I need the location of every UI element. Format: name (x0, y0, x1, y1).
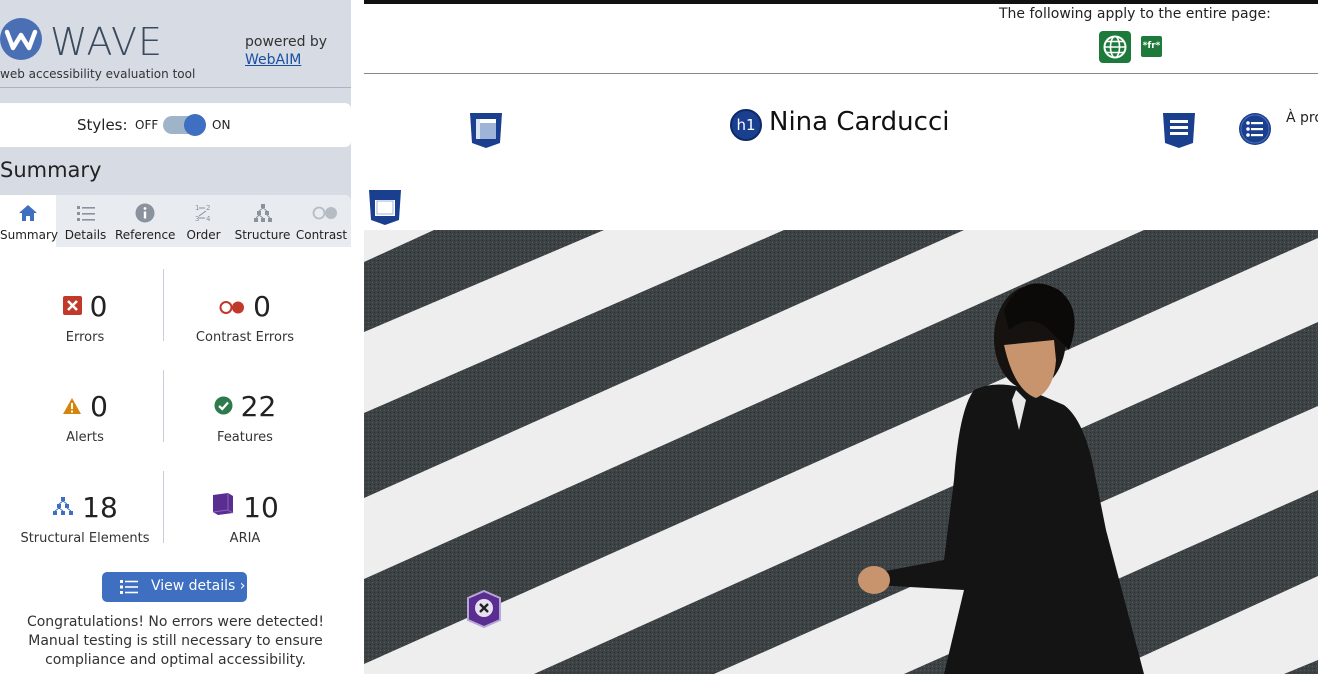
structural-count: 18 (82, 491, 118, 524)
view-details-label: View details › (151, 578, 246, 594)
styles-off-label: OFF (135, 118, 159, 132)
errors-count: 0 (89, 290, 108, 323)
aria-icon (211, 490, 235, 523)
unordered-list-icon[interactable] (1238, 112, 1272, 150)
page-wide-annotations: The following apply to the entire page: … (364, 4, 1318, 74)
styles-toggle-panel: Styles: OFF ON (0, 103, 351, 147)
panel-tabs: Summary Details Reference 1234 Order Str… (0, 195, 351, 247)
tab-label: Contrast (295, 228, 348, 242)
features-label: Features (217, 430, 273, 445)
errors-label: Errors (65, 330, 105, 345)
congratulations-message: Congratulations! No errors were detected… (26, 614, 325, 668)
tab-details[interactable]: Details (56, 195, 115, 247)
svg-text:4: 4 (206, 215, 211, 223)
home-icon (18, 203, 38, 223)
evaluated-page: The following apply to the entire page: … (364, 0, 1318, 674)
tab-label: Reference (115, 228, 176, 242)
divider (163, 269, 164, 341)
structure-icon (253, 203, 273, 223)
stat-alerts[interactable]: 0 Alerts (5, 390, 165, 470)
info-icon (135, 203, 155, 223)
contrast-icon (312, 203, 337, 223)
aria-count: 10 (243, 491, 279, 524)
order-icon: 1234 (194, 203, 214, 223)
divider (0, 87, 351, 88)
view-details-button[interactable]: View details › (102, 572, 247, 602)
region-landmark-icon[interactable] (367, 188, 403, 230)
error-icon (62, 289, 82, 322)
site-title: Nina Carducci (769, 107, 950, 137)
divider (163, 370, 164, 442)
structure-icon (52, 490, 74, 523)
summary-heading: Summary (0, 158, 102, 182)
tab-label: Order (186, 228, 221, 242)
tab-label: Details (64, 228, 107, 242)
h1-heading-icon[interactable]: h1 (730, 109, 762, 141)
feature-icon (214, 389, 233, 422)
wave-brand: WAVE (50, 20, 164, 64)
tab-structure[interactable]: Structure (233, 195, 292, 247)
features-count: 22 (240, 390, 277, 423)
list-icon (76, 203, 96, 223)
stat-errors[interactable]: 0 Errors (5, 290, 165, 370)
structural-label: Structural Elements (20, 531, 150, 546)
svg-text:2: 2 (206, 204, 210, 212)
styles-toggle[interactable] (163, 114, 206, 136)
powered-by: powered by (245, 34, 328, 50)
stat-features[interactable]: 22 Features (165, 390, 325, 470)
contrast-errors-label: Contrast Errors (195, 330, 295, 345)
stat-aria[interactable]: 10 ARIA (165, 491, 325, 571)
wave-sidebar: WAVE web accessibility evaluation tool p… (0, 0, 351, 674)
tab-contrast[interactable]: Contrast (292, 195, 351, 247)
svg-text:3: 3 (195, 215, 199, 223)
contrast-errors-count: 0 (253, 290, 271, 323)
list-icon (120, 579, 138, 599)
styles-label: Styles: (77, 116, 128, 134)
wave-logo-icon (0, 18, 42, 60)
tab-reference[interactable]: Reference (115, 195, 176, 247)
alerts-count: 0 (90, 390, 108, 423)
tab-order[interactable]: 1234 Order (174, 195, 233, 247)
apply-entire-page-text: The following apply to the entire page: (999, 6, 1271, 22)
language-globe-icon[interactable] (1099, 31, 1131, 63)
alert-icon (62, 389, 82, 422)
nav-link-a-propos[interactable]: À propos (1286, 110, 1318, 126)
alerts-label: Alerts (66, 430, 104, 445)
divider (163, 471, 164, 543)
svg-text:1: 1 (195, 204, 199, 212)
navigation-landmark-icon[interactable] (1161, 111, 1197, 153)
toggle-knob[interactable] (184, 114, 206, 136)
stat-contrast-errors[interactable]: 0 Contrast Errors (165, 290, 325, 370)
page-header: h1 Nina Carducci À propos (364, 74, 1318, 230)
close-dialog-icon[interactable] (465, 589, 503, 629)
tab-summary[interactable]: Summary (0, 195, 58, 247)
sidebar-gutter (351, 0, 364, 674)
styles-on-label: ON (212, 118, 231, 132)
aria-label: ARIA (229, 531, 261, 546)
header-landmark-icon[interactable] (468, 111, 504, 153)
hero-image (364, 230, 1318, 674)
contrast-error-icon (219, 289, 245, 322)
webaim-link[interactable]: WebAIM (245, 52, 301, 68)
stat-structural-elements[interactable]: 18 Structural Elements (5, 491, 165, 571)
tab-label: Structure (234, 228, 291, 242)
language-fr-icon[interactable]: *fr* (1141, 36, 1162, 57)
wave-tagline: web accessibility evaluation tool (0, 67, 196, 81)
tab-label: Summary (0, 228, 58, 242)
summary-panel: 0 Errors 0 Contrast Errors 0 Alerts 22 F… (0, 247, 351, 674)
